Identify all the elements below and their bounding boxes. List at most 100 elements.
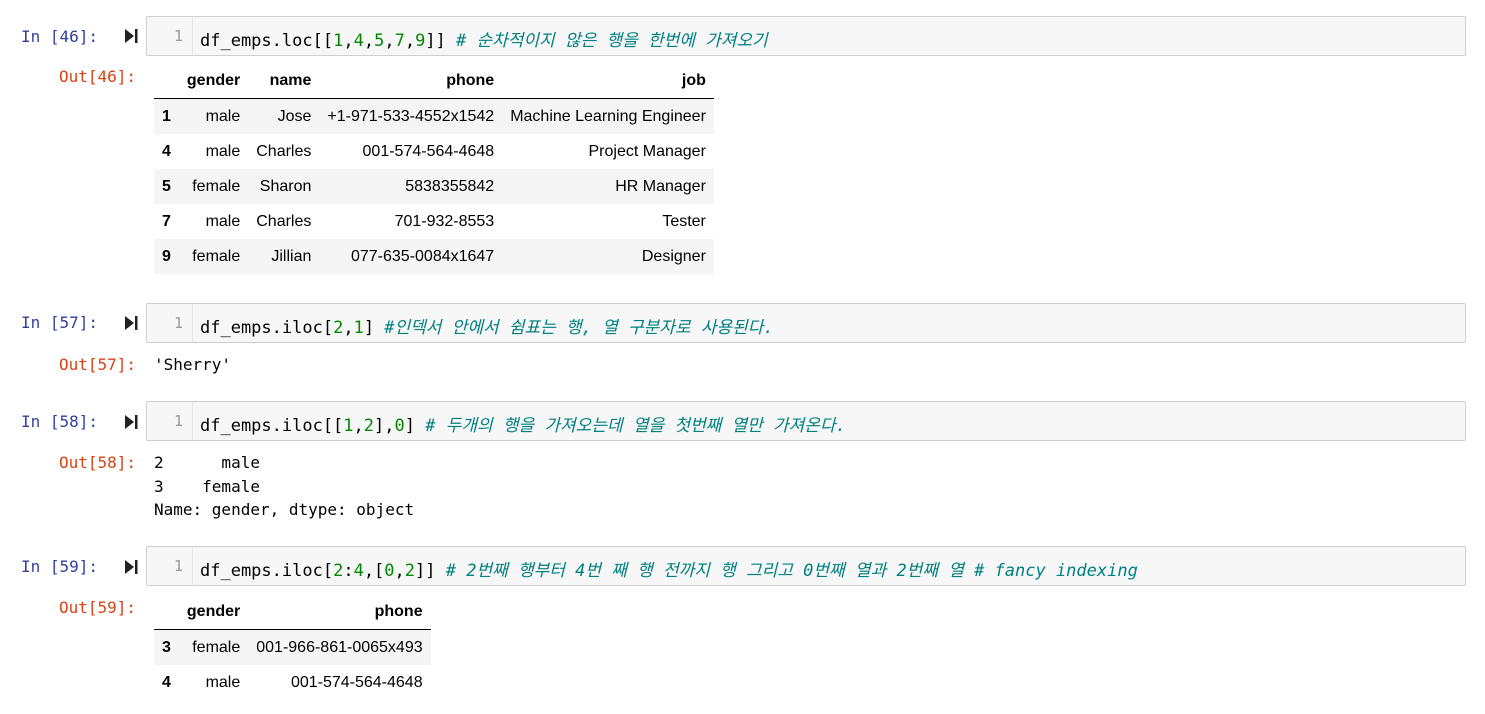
code-token: df_emps.iloc[ <box>200 318 334 338</box>
out-prompt: Out[46]: <box>59 67 137 86</box>
line-gutter: 1 <box>147 17 193 55</box>
run-cell-icon[interactable] <box>124 414 138 430</box>
column-header: job <box>502 64 714 99</box>
code-number: 7 <box>394 31 405 51</box>
code-token: ]] <box>415 561 446 581</box>
code-text[interactable]: df_emps.iloc[2:4,[0,2]] # 2번째 행부터 4번 째 행… <box>200 556 1138 581</box>
table-cell: 077-635-0084x1647 <box>350 247 495 265</box>
code-token: df_emps.loc[[ <box>200 31 334 51</box>
column-header: phone <box>319 64 503 99</box>
out-prompt: Out[58]: <box>59 453 137 472</box>
table-cell: Charles <box>256 212 312 230</box>
line-number: 1 <box>173 557 183 575</box>
text-output: 'Sherry' <box>154 355 232 374</box>
code-number: 2 <box>404 561 416 581</box>
table-cell: 5838355842 <box>405 177 495 195</box>
series-output: 2 male 3 female Name: gender, dtype: objec… <box>154 451 414 522</box>
table-cell: Machine Learning Engineer <box>510 107 706 125</box>
in-prompt: In [57]: <box>21 313 99 332</box>
line-number: 1 <box>173 314 183 332</box>
code-token: , <box>343 31 354 51</box>
run-cell-icon[interactable] <box>124 559 138 575</box>
code-token: , <box>404 31 416 51</box>
code-comment: # 2번째 행부터 4번 째 행 전까지 행 그리고 0번째 열과 2번째 열 … <box>445 561 1138 581</box>
table-cell: male <box>205 212 241 230</box>
row-index: 4 <box>162 673 171 691</box>
code-token: ]] <box>425 31 457 51</box>
table-cell: male <box>205 673 241 691</box>
code-number: 0 <box>394 416 405 436</box>
code-token: , <box>394 561 405 581</box>
code-number: 2 <box>333 561 344 581</box>
code-token: , <box>363 31 375 51</box>
row-index: 9 <box>162 247 171 265</box>
code-comment: # 두개의 행을 가져오는데 열을 첫번째 열만 가져온다. <box>425 416 846 436</box>
row-index: 1 <box>162 107 171 125</box>
code-number: 2 <box>363 416 375 436</box>
line-gutter: 1 <box>147 402 193 440</box>
column-header: name <box>248 64 320 99</box>
code-token: , <box>384 31 395 51</box>
code-token: ,[ <box>363 561 385 581</box>
table-cell: +1-971-533-4552x1542 <box>327 107 495 125</box>
code-input[interactable]: 1 df_emps.loc[[1,4,5,7,9]] # 순차적이지 않은 행을… <box>146 16 1466 56</box>
code-text[interactable]: df_emps.loc[[1,4,5,7,9]] # 순차적이지 않은 행을 한… <box>200 26 768 51</box>
output-line: 3 female <box>154 476 260 496</box>
line-gutter: 1 <box>147 304 193 342</box>
line-gutter: 1 <box>147 547 193 585</box>
dataframe-output: gender name phone job 1 male Jose +1-971… <box>154 64 714 274</box>
row-index: 3 <box>162 638 171 656</box>
table-row: 4 male 001-574-564-4648 <box>154 665 431 700</box>
code-number: 5 <box>374 31 385 51</box>
table-cell: male <box>205 142 241 160</box>
table-cell: male <box>205 107 241 125</box>
table-cell: Charles <box>256 142 312 160</box>
code-input[interactable]: 1 df_emps.iloc[2,1] #인덱서 안에서 쉼표는 행, 열 구분… <box>146 303 1466 343</box>
out-prompt: Out[59]: <box>59 598 137 617</box>
table-cell: 001-574-564-4648 <box>290 673 423 691</box>
table-cell: Designer <box>641 247 706 265</box>
table-cell: female <box>192 247 241 265</box>
code-number: 9 <box>415 31 426 51</box>
table-cell: Jillian <box>271 247 312 265</box>
code-number: 1 <box>343 416 354 436</box>
code-token: , <box>353 416 364 436</box>
table-header-row: gender phone <box>154 595 431 630</box>
code-comment: #인덱서 안에서 쉼표는 행, 열 구분자로 사용된다. <box>384 318 774 338</box>
in-prompt: In [46]: <box>21 27 99 46</box>
in-prompt: In [58]: <box>21 412 99 431</box>
column-header: gender <box>178 595 249 630</box>
output-line: 2 male <box>154 453 260 472</box>
table-row: 7 male Charles 701-932-8553 Tester <box>154 204 714 239</box>
table-row: 4 male Charles 001-574-564-4648 Project … <box>154 134 714 169</box>
code-text[interactable]: df_emps.iloc[[1,2],0] # 두개의 행을 가져오는데 열을 … <box>200 411 846 436</box>
code-number: 0 <box>384 561 395 581</box>
code-token: ] <box>404 416 426 436</box>
code-input[interactable]: 1 df_emps.iloc[[1,2],0] # 두개의 행을 가져오는데 열… <box>146 401 1466 441</box>
table-row: 1 male Jose +1-971-533-4552x1542 Machine… <box>154 98 714 134</box>
code-token: , <box>343 318 354 338</box>
code-input[interactable]: 1 df_emps.iloc[2:4,[0,2]] # 2번째 행부터 4번 째… <box>146 546 1466 586</box>
table-cell: Sharon <box>259 177 312 195</box>
table-cell: Jose <box>277 107 312 125</box>
table-cell: Project Manager <box>588 142 706 160</box>
in-prompt: In [59]: <box>21 557 99 576</box>
table-cell: 001-966-861-0065x493 <box>256 638 423 656</box>
code-number: 4 <box>353 561 364 581</box>
code-token: df_emps.iloc[ <box>200 561 334 581</box>
table-cell: Tester <box>662 212 706 230</box>
run-cell-icon[interactable] <box>124 315 138 331</box>
code-number: 1 <box>333 31 344 51</box>
run-cell-icon[interactable] <box>124 28 138 44</box>
table-cell: female <box>192 177 241 195</box>
row-index: 5 <box>162 177 171 195</box>
line-number: 1 <box>173 27 183 45</box>
table-cell: HR Manager <box>615 177 706 195</box>
table-row: 5 female Sharon 5838355842 HR Manager <box>154 169 714 204</box>
code-text[interactable]: df_emps.iloc[2,1] #인덱서 안에서 쉼표는 행, 열 구분자로… <box>200 313 774 338</box>
code-token: ], <box>374 416 395 436</box>
line-number: 1 <box>173 412 183 430</box>
row-index: 7 <box>162 212 171 230</box>
code-token: df_emps.iloc[[ <box>200 416 344 436</box>
code-comment: # 순차적이지 않은 행을 한번에 가져오기 <box>456 31 768 51</box>
